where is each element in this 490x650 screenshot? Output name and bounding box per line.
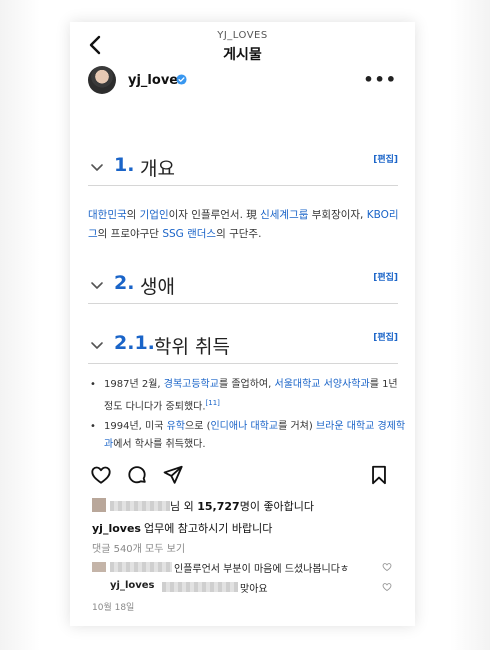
link-korea[interactable]: 대한민국: [88, 209, 127, 221]
link-businessman[interactable]: 기업인: [140, 209, 169, 221]
comment-row: 인플루언서 부분이 마음에 드셨나봅니다ㅎ: [92, 560, 392, 575]
bullet-dot: •: [90, 379, 96, 390]
page-title: 게시물: [223, 47, 262, 63]
chevron-down-icon[interactable]: [90, 160, 104, 174]
blurred-mention: [162, 582, 238, 592]
view-all-comments-link[interactable]: 댓글 540개 모두 보기: [92, 540, 185, 555]
likes-count[interactable]: 15,727: [197, 500, 239, 513]
link-snu-history[interactable]: 서울대학교 서양사학과: [275, 379, 370, 390]
share-icon[interactable]: [162, 464, 184, 486]
section-number: 2.1.: [114, 332, 155, 354]
footnote-ref[interactable]: [11]: [206, 399, 220, 407]
bullet-dot: •: [90, 421, 96, 432]
list-item: • 1987년 2월, 경복고등학교를 졸업하여, 서울대학교 서양사학과를 1…: [88, 376, 406, 416]
liker-avatar: [92, 498, 106, 512]
action-bar: [70, 464, 415, 494]
list-item: • 1994년, 미국 유학으로 (인디애나 대학교를 거쳐) 브라운 대학교 …: [88, 418, 406, 454]
post-header: yj_loves •••: [70, 66, 415, 102]
heart-icon[interactable]: [90, 464, 112, 486]
post-screen: YJ_LOVES 게시물 yj_loves ••• 1. 개요 [편집] 대한민…: [70, 22, 415, 626]
caption-text: 업무에 참고하시기 바랍니다: [143, 522, 273, 535]
link-indiana[interactable]: 인디애나 대학교: [210, 421, 278, 432]
blurred-username: [110, 501, 170, 511]
chevron-down-icon[interactable]: [90, 278, 104, 292]
post-image: 1. 개요 [편집] 대한민국의 기업인이자 인플루언서. 現 신세계그룹 부회…: [70, 102, 415, 482]
top-bar: YJ_LOVES 게시물: [70, 22, 415, 66]
section-number: 2.: [114, 272, 135, 294]
link-study-abroad[interactable]: 유학: [167, 421, 185, 432]
intro-paragraph: 대한민국의 기업인이자 인플루언서. 現 신세계그룹 부회장이자, KBO리그의…: [88, 209, 399, 240]
link-kyungbok[interactable]: 경복고등학교: [164, 379, 219, 390]
verified-badge-icon: [176, 74, 187, 85]
post-date: 10월 18일: [92, 603, 135, 613]
bookmark-icon[interactable]: [368, 464, 390, 486]
header-username: YJ_LOVES: [217, 30, 268, 41]
comment-text: 인플루언서 부분이 마음에 드셨나봅니다ㅎ: [174, 564, 350, 575]
comment-icon[interactable]: [126, 464, 148, 486]
edit-link[interactable]: [편집]: [373, 270, 398, 283]
section-life: 2. 생애 [편집]: [88, 268, 398, 304]
avatar[interactable]: [88, 66, 116, 94]
section-title: 생애: [140, 276, 175, 298]
likes-row: 님 외 15,727명이 좋아합니다: [92, 498, 412, 514]
likes-suffix-char: 님: [170, 500, 181, 513]
caption-author[interactable]: yj_loves: [92, 522, 141, 535]
comment-reply-row: yj_loves 맞아요: [110, 580, 380, 595]
section-title: 개요: [140, 158, 175, 180]
like-reply-heart-icon[interactable]: [382, 582, 392, 592]
section-degree: 2.1. 학위 취득 [편집]: [88, 328, 398, 364]
caption: yj_loves 업무에 참고하시기 바랍니다: [92, 520, 272, 536]
edit-link[interactable]: [편집]: [373, 330, 398, 343]
edit-link[interactable]: [편집]: [373, 152, 398, 165]
section-number: 1.: [114, 154, 135, 176]
link-ssg[interactable]: SSG 랜더스: [162, 228, 216, 240]
section-overview: 1. 개요 [편집]: [88, 150, 398, 186]
reply-author[interactable]: yj_loves: [110, 580, 155, 591]
like-comment-heart-icon[interactable]: [382, 562, 392, 572]
blurred-username: [110, 562, 172, 572]
more-options-icon[interactable]: •••: [363, 70, 397, 89]
chevron-down-icon[interactable]: [90, 338, 104, 352]
blurred-avatar: [92, 562, 106, 572]
section-title: 학위 취득: [154, 336, 230, 358]
reply-text: 맞아요: [240, 584, 268, 595]
link-shinsegae[interactable]: 신세계그룹: [260, 209, 308, 221]
